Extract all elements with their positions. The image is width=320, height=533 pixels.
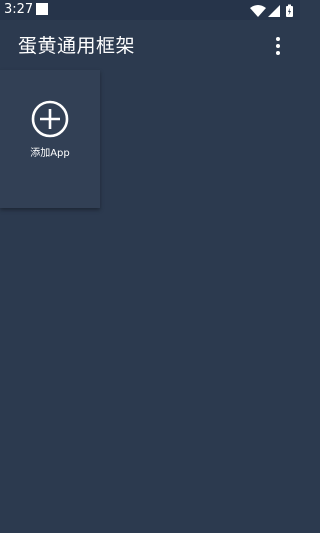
status-bar: 3:27 bbox=[0, 0, 300, 20]
battery-charging-icon bbox=[286, 4, 293, 17]
add-app-card[interactable] bbox=[0, 70, 100, 208]
app-bar: 蛋黄通用框架 bbox=[0, 20, 300, 70]
status-icons bbox=[250, 3, 296, 17]
more-vert-icon[interactable] bbox=[270, 35, 286, 57]
status-time: 3:27 bbox=[4, 2, 34, 17]
app-title: 蛋黄通用框架 bbox=[18, 35, 136, 57]
notification-square-icon bbox=[36, 3, 48, 15]
signal-icon bbox=[268, 5, 280, 17]
wifi-icon bbox=[250, 5, 266, 17]
add-circle-icon bbox=[30, 99, 70, 139]
add-app-label: 添加App bbox=[30, 148, 70, 159]
